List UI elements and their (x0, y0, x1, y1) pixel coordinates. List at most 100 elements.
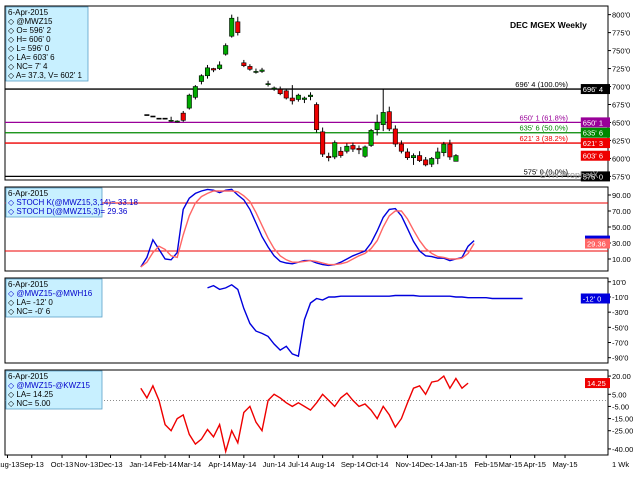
y-tick-label: 575'0 (612, 172, 630, 181)
y-tick-label: 10'0 (612, 278, 626, 287)
candle-body (392, 128, 398, 145)
watermark: DTN ProphetX (540, 170, 599, 180)
y-tick-label: 675'0 (612, 101, 630, 110)
info-line: ◇ STOCH D(@MWZ15,3)= 29.36 (8, 207, 128, 216)
x-tick-label: Jan-15 (444, 460, 467, 469)
info-line: 6-Apr-2015 (8, 372, 49, 381)
x-tick-label: Aug-13 (0, 460, 20, 469)
candle-body (404, 151, 410, 159)
series-last-tag: -12' 0 (580, 293, 610, 304)
candle-body (338, 150, 344, 156)
x-tick-label: Feb-15 (474, 460, 498, 469)
y-tick-label: 775'0 (612, 29, 630, 38)
info-line: ◇ NC= 7' 4 (8, 62, 48, 71)
candle-body (447, 143, 453, 158)
candle-body (435, 151, 441, 159)
last-price-tag: 603' 6 (580, 150, 610, 161)
candle-body (301, 97, 307, 100)
y-tick-label: -5.00 (612, 402, 629, 411)
x-tick-label: Dec-14 (420, 460, 444, 469)
candle-body (332, 142, 338, 158)
y-tick-label: 30.00 (612, 239, 631, 248)
fib-level-tag: 696' 4 (580, 84, 610, 95)
fib-level-label: 635' 6 (50.0%) (519, 124, 568, 133)
x-tick-label: Apr-14 (208, 460, 231, 469)
candle-body (307, 94, 313, 97)
y-tick-label: 50.00 (612, 223, 631, 232)
tag-label: -12' 0 (583, 294, 602, 303)
candle-body (453, 155, 459, 162)
fib-level-label: 650' 1 (61.8%) (519, 113, 568, 122)
candle-body (386, 111, 392, 130)
x-tick-label: Dec-13 (98, 460, 122, 469)
info-line: ◇ A= 37.3, V= 602' 1 (8, 71, 83, 80)
candle-body (374, 122, 380, 130)
candle-body (368, 130, 374, 146)
info-line: ◇ LA= -12' 0 (8, 298, 53, 307)
candle-body (229, 17, 235, 37)
info-line: 6-Apr-2015 (8, 189, 49, 198)
candle-body (271, 87, 277, 90)
x-interval-label: 1 Wk (612, 460, 629, 469)
chart: 575'0 600'0 625'0 650'0 675'0 700'0 725'0 750'0… (0, 5, 633, 469)
x-tick-label: Jan-14 (129, 460, 152, 469)
y-tick-label: -25.00 (612, 427, 633, 436)
tag-label: 603' 6 (583, 152, 603, 161)
chart-title: DEC MGEX Weekly (510, 20, 587, 30)
tag-label: 29.36 (587, 240, 606, 249)
x-tick-label: Feb-14 (153, 460, 177, 469)
candle-body (289, 97, 295, 102)
candle-body (144, 114, 150, 116)
y-tick-label: -40.00 (612, 445, 633, 454)
candle-body (235, 21, 241, 33)
y-tick-label: -10'0 (612, 293, 628, 302)
candle-body (247, 66, 253, 70)
info-line: ◇ LA= 603' 6 (8, 53, 55, 62)
x-tick-label: Jun-14 (263, 460, 286, 469)
tag-label: 650' 1 (583, 118, 603, 127)
info-box-2: 6-Apr-2015◇ @MWZ15-@MWH16◇ LA= -12' 0◇ N… (5, 278, 103, 318)
candle-body (356, 148, 362, 151)
info-line: ◇ L= 596' 0 (8, 44, 50, 53)
candle-body (217, 64, 223, 69)
candle-body (253, 71, 259, 73)
info-line: ◇ O= 596' 2 (8, 26, 52, 35)
x-tick-label: Aug-14 (311, 460, 335, 469)
y-tick-label: -15.00 (612, 415, 633, 424)
y-tick-label: 725'0 (612, 65, 630, 74)
tag-label: 635' 6 (583, 129, 603, 138)
info-line: ◇ NC= -0' 6 (8, 307, 51, 316)
y-tick-label: 20.00 (612, 372, 631, 381)
candle-body (283, 90, 289, 99)
candle-body (295, 94, 301, 100)
candle-body (204, 67, 210, 77)
series-last-tag: 14.25 (585, 378, 610, 389)
info-box-3: 6-Apr-2015◇ @MWZ15-@KWZ15◇ LA= 14.25◇ NC… (5, 370, 103, 410)
candle-body (320, 131, 326, 155)
x-tick-label: Oct-14 (366, 460, 389, 469)
y-tick-label: 90.00 (612, 191, 631, 200)
x-tick-label: Sep-13 (20, 460, 44, 469)
x-tick-label: Mar-14 (177, 460, 201, 469)
candle-body (156, 117, 162, 120)
candle-body (326, 155, 332, 159)
candle-body (241, 62, 247, 66)
info-line: ◇ STOCH K(@MWZ15,3,14)= 33.18 (8, 198, 138, 207)
y-tick-label: 750'0 (612, 47, 630, 56)
y-tick-label: 10.00 (612, 255, 631, 264)
candle-body (174, 120, 180, 123)
candle-body (265, 83, 271, 85)
info-line: ◇ NC= 5.00 (8, 399, 51, 408)
info-line: ◇ @MWZ15-@MWH16 (8, 289, 93, 298)
candle-body (344, 145, 350, 152)
candle-body (277, 89, 283, 95)
fib-level-tag: 635' 6 (580, 127, 610, 138)
x-tick-label: May-14 (231, 460, 256, 469)
series-last-tag: 29.36 (585, 238, 610, 249)
tag-label: 696' 4 (583, 85, 603, 94)
candle-body (411, 155, 417, 159)
candle-body (192, 86, 198, 98)
candle-body (168, 120, 174, 122)
info-line: ◇ LA= 14.25 (8, 390, 54, 399)
fib-level-label: 621' 3 (38.2%) (519, 134, 568, 143)
